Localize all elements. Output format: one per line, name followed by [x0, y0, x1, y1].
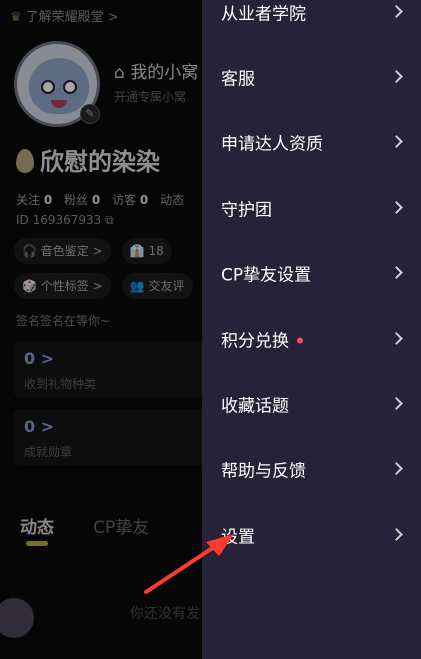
menu-item-practitioner-academy[interactable]: 从业者学院	[202, 0, 421, 45]
chevron-right-icon	[390, 135, 403, 148]
menu-item-help-feedback[interactable]: 帮助与反馈	[202, 436, 421, 502]
chevron-right-icon	[390, 332, 403, 345]
menu-item-customer-service[interactable]: 客服	[202, 44, 421, 110]
chevron-right-icon	[390, 462, 403, 475]
menu-item-settings[interactable]: 设置	[202, 502, 421, 568]
menu-item-saved-topics[interactable]: 收藏话题	[202, 371, 421, 437]
chevron-right-icon	[390, 528, 403, 541]
chevron-right-icon	[390, 266, 403, 279]
menu-item-apply-expert[interactable]: 申请达人资质	[202, 109, 421, 175]
chevron-right-icon	[390, 70, 403, 83]
menu-item-guardian-group[interactable]: 守护团	[202, 175, 421, 241]
menu-item-cp-settings[interactable]: CP挚友设置	[202, 240, 421, 306]
menu-item-points-exchange[interactable]: 积分兑换	[202, 306, 421, 372]
side-drawer: 从业者学院 客服 申请达人资质 守护团 CP挚友设置 积分兑换 收藏话题 帮助与…	[202, 0, 421, 659]
notification-dot	[297, 337, 303, 344]
chevron-right-icon	[390, 397, 403, 410]
chevron-right-icon	[390, 5, 403, 18]
chevron-right-icon	[390, 201, 403, 214]
